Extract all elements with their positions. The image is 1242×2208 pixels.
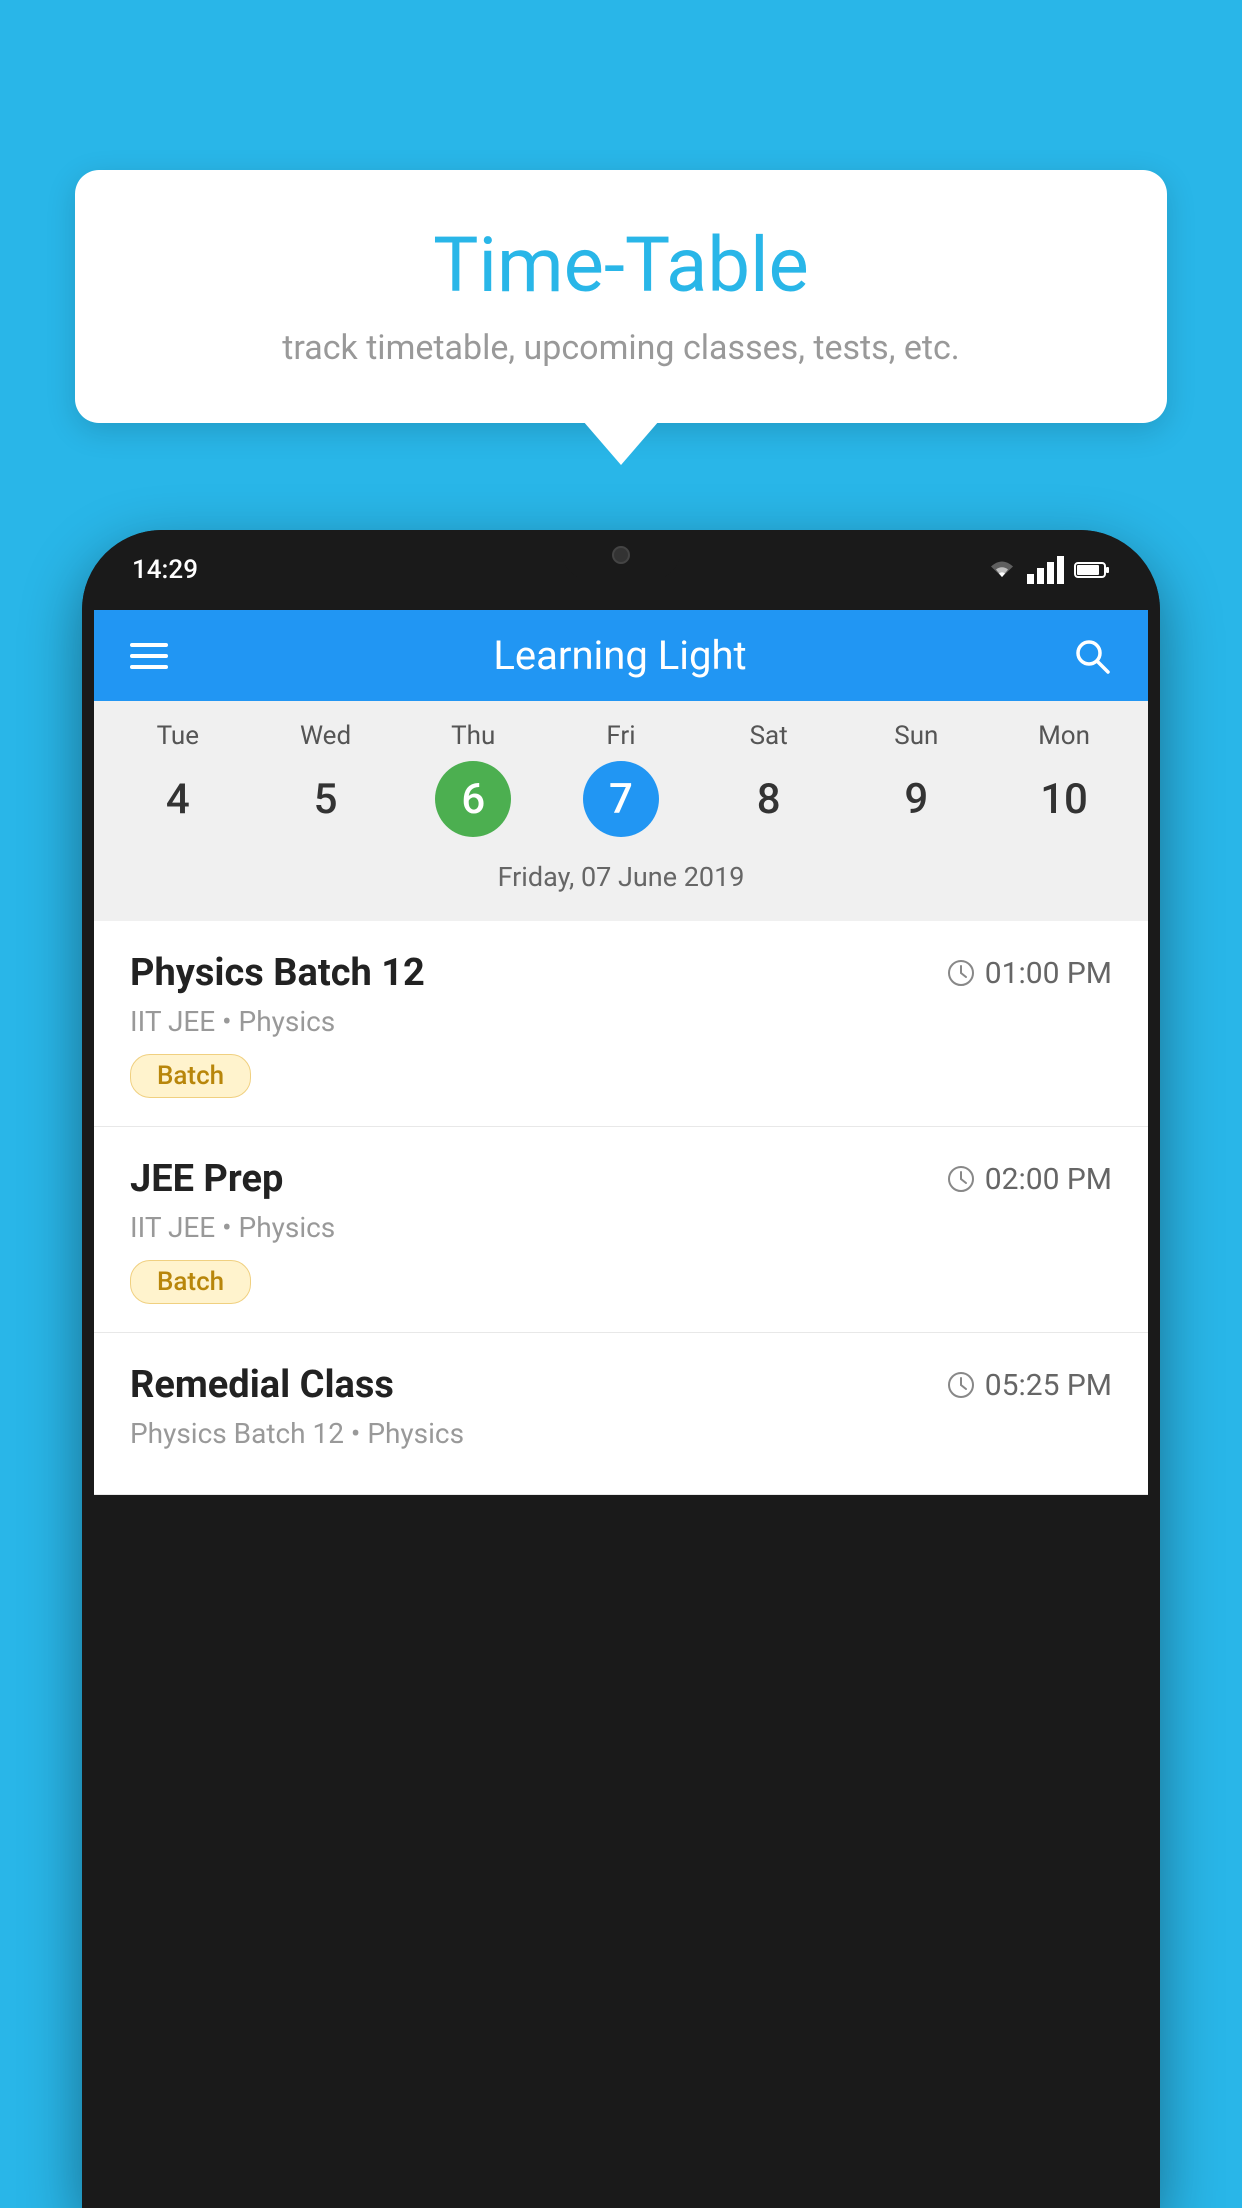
day-col-tue[interactable]: Tue 4 (113, 721, 243, 837)
clock-icon-1 (947, 959, 975, 987)
day-col-sun[interactable]: Sun 9 (851, 721, 981, 837)
day-col-wed[interactable]: Wed 5 (261, 721, 391, 837)
app-header: Learning Light (94, 610, 1148, 701)
signal-icon (1027, 556, 1064, 584)
search-icon[interactable] (1072, 636, 1112, 676)
schedule-subtitle-3: Physics Batch 12 • Physics (130, 1417, 1112, 1450)
schedule-title-3: Remedial Class (130, 1363, 394, 1407)
day-col-sat[interactable]: Sat 8 (704, 721, 834, 837)
days-row: Tue 4 Wed 5 Thu 6 Fri 7 (94, 721, 1148, 837)
camera (612, 546, 630, 564)
schedule-item-3[interactable]: Remedial Class 05:25 PM Physics Batch 12… (94, 1333, 1148, 1495)
notch (561, 530, 681, 580)
schedule-subtitle-2: IIT JEE • Physics (130, 1211, 1112, 1244)
schedule-list: Physics Batch 12 01:00 PM IIT JEE • Phys… (94, 921, 1148, 1495)
phone-container: 14:29 (82, 530, 1160, 2208)
schedule-item-1-header: Physics Batch 12 01:00 PM (130, 951, 1112, 995)
clock-icon-3 (947, 1371, 975, 1399)
calendar-strip: Tue 4 Wed 5 Thu 6 Fri 7 (94, 701, 1148, 921)
selected-date-label: Friday, 07 June 2019 (94, 849, 1148, 911)
status-bar: 14:29 (82, 530, 1160, 610)
clock-icon-2 (947, 1165, 975, 1193)
tooltip-title: Time-Table (135, 220, 1107, 310)
status-icons (987, 556, 1110, 584)
battery-icon (1074, 560, 1110, 580)
app-title: Learning Light (493, 632, 746, 679)
schedule-item-3-header: Remedial Class 05:25 PM (130, 1363, 1112, 1407)
tooltip-card: Time-Table track timetable, upcoming cla… (75, 170, 1167, 423)
phone-frame: 14:29 (82, 530, 1160, 2208)
schedule-item-2-header: JEE Prep 02:00 PM (130, 1157, 1112, 1201)
day-col-mon[interactable]: Mon 10 (999, 721, 1129, 837)
menu-button[interactable] (130, 643, 168, 669)
tooltip-subtitle: track timetable, upcoming classes, tests… (135, 328, 1107, 368)
batch-tag-2: Batch (130, 1260, 251, 1304)
schedule-title-1: Physics Batch 12 (130, 951, 425, 995)
wifi-icon (987, 559, 1017, 581)
day-col-thu[interactable]: Thu 6 (408, 721, 538, 837)
schedule-item-1[interactable]: Physics Batch 12 01:00 PM IIT JEE • Phys… (94, 921, 1148, 1127)
schedule-item-2[interactable]: JEE Prep 02:00 PM IIT JEE • Physics Batc… (94, 1127, 1148, 1333)
schedule-time-1: 01:00 PM (947, 956, 1112, 991)
status-time: 14:29 (132, 555, 198, 585)
schedule-time-3: 05:25 PM (947, 1368, 1112, 1403)
batch-tag-1: Batch (130, 1054, 251, 1098)
schedule-subtitle-1: IIT JEE • Physics (130, 1005, 1112, 1038)
phone-screen: Learning Light Tue 4 Wed 5 (94, 610, 1148, 1495)
day-col-fri[interactable]: Fri 7 (556, 721, 686, 837)
schedule-time-2: 02:00 PM (947, 1162, 1112, 1197)
schedule-title-2: JEE Prep (130, 1157, 283, 1201)
